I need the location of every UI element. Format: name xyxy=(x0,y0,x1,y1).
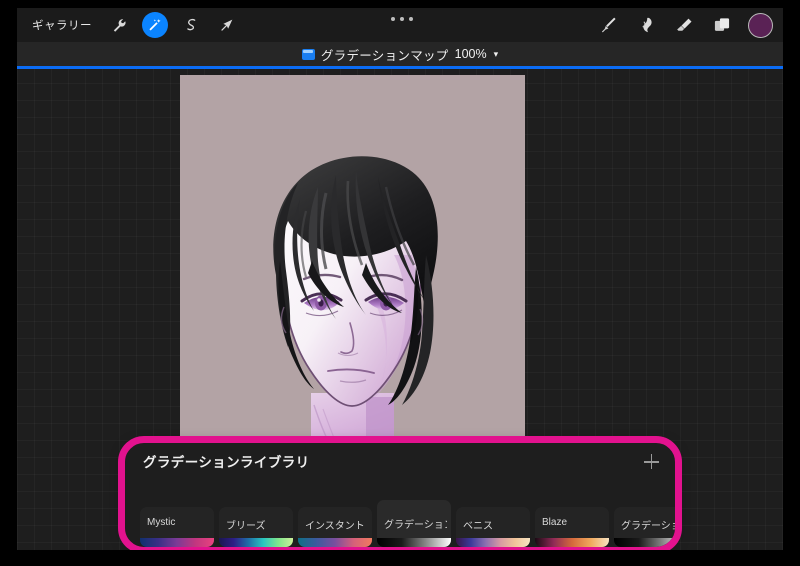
wrench-icon[interactable] xyxy=(106,12,132,38)
gradient-preview-strip xyxy=(614,538,675,547)
bezel-top xyxy=(0,0,800,8)
bezel-bottom xyxy=(0,550,800,566)
color-swatch[interactable] xyxy=(748,12,773,38)
overflow-menu-icon[interactable] xyxy=(391,15,413,23)
smudge-icon[interactable] xyxy=(634,13,658,37)
gradient-card[interactable]: Blaze xyxy=(535,507,609,547)
adjustment-name: グラデーションマップ xyxy=(320,48,449,63)
arrow-transform-icon[interactable] xyxy=(214,12,240,38)
top-toolbar: ギャラリー xyxy=(17,8,783,42)
gradient-card-label: グラデーション xyxy=(621,521,675,532)
chevron-down-icon[interactable]: ▾ xyxy=(494,49,499,60)
gradient-card-label: ブリーズ xyxy=(226,521,266,532)
bezel-right xyxy=(783,0,800,566)
gradient-card-label: インスタント xyxy=(305,521,365,532)
gradient-card-label: ベニス xyxy=(463,521,493,532)
brush-icon[interactable] xyxy=(596,13,620,37)
right-tool-group xyxy=(596,8,773,42)
gradient-preview-strip xyxy=(298,538,372,547)
gradient-card[interactable]: Mystic xyxy=(140,507,214,547)
gradient-preview-strip xyxy=(456,538,530,547)
adjustment-opacity-value[interactable]: 100% xyxy=(455,47,487,61)
panel-title: グラデーションライブラリ xyxy=(143,455,310,470)
gradient-card[interactable]: ブリーズ xyxy=(219,507,293,547)
gradient-card-label: Blaze xyxy=(542,517,568,528)
add-gradient-button[interactable] xyxy=(644,454,659,469)
gradient-preview-strip xyxy=(377,538,451,547)
gradient-card-label: Mystic xyxy=(147,517,176,528)
gallery-button[interactable]: ギャラリー xyxy=(32,17,92,33)
gradient-card[interactable]: グラデーション xyxy=(377,500,451,547)
gradient-library-header: グラデーションライブラリ xyxy=(125,443,675,479)
magic-wand-icon[interactable] xyxy=(142,12,168,38)
procreate-app-window: ギャラリー グラデーションマップ 100% ▾ グラデーションライブラリ Mys… xyxy=(0,0,800,566)
gradient-card-label: グラデーション xyxy=(384,520,447,531)
adjustment-slider-track[interactable] xyxy=(17,66,783,69)
gradient-card[interactable]: ベニス xyxy=(456,507,530,547)
gradient-map-chip-icon xyxy=(301,48,315,60)
layers-icon[interactable] xyxy=(710,13,734,37)
gradient-preview-strip xyxy=(140,538,214,547)
gradient-preview-strip xyxy=(219,538,293,547)
gradient-library-panel[interactable]: グラデーションライブラリ Mystic ブリーズ インスタント グラデーション ベニス B… xyxy=(125,443,675,547)
adjustment-title-bar: グラデーションマップ 100% ▾ xyxy=(17,42,783,66)
gradient-card[interactable]: グラデーション xyxy=(614,507,675,547)
bezel-left xyxy=(0,0,17,566)
eraser-icon[interactable] xyxy=(672,13,696,37)
gradient-card[interactable]: インスタント xyxy=(298,507,372,547)
gradient-preview-strip xyxy=(535,538,609,547)
s-curve-icon[interactable] xyxy=(178,12,204,38)
gradient-card-list[interactable]: Mystic ブリーズ インスタント グラデーション ベニス Blaze グラデーション xyxy=(140,477,675,547)
